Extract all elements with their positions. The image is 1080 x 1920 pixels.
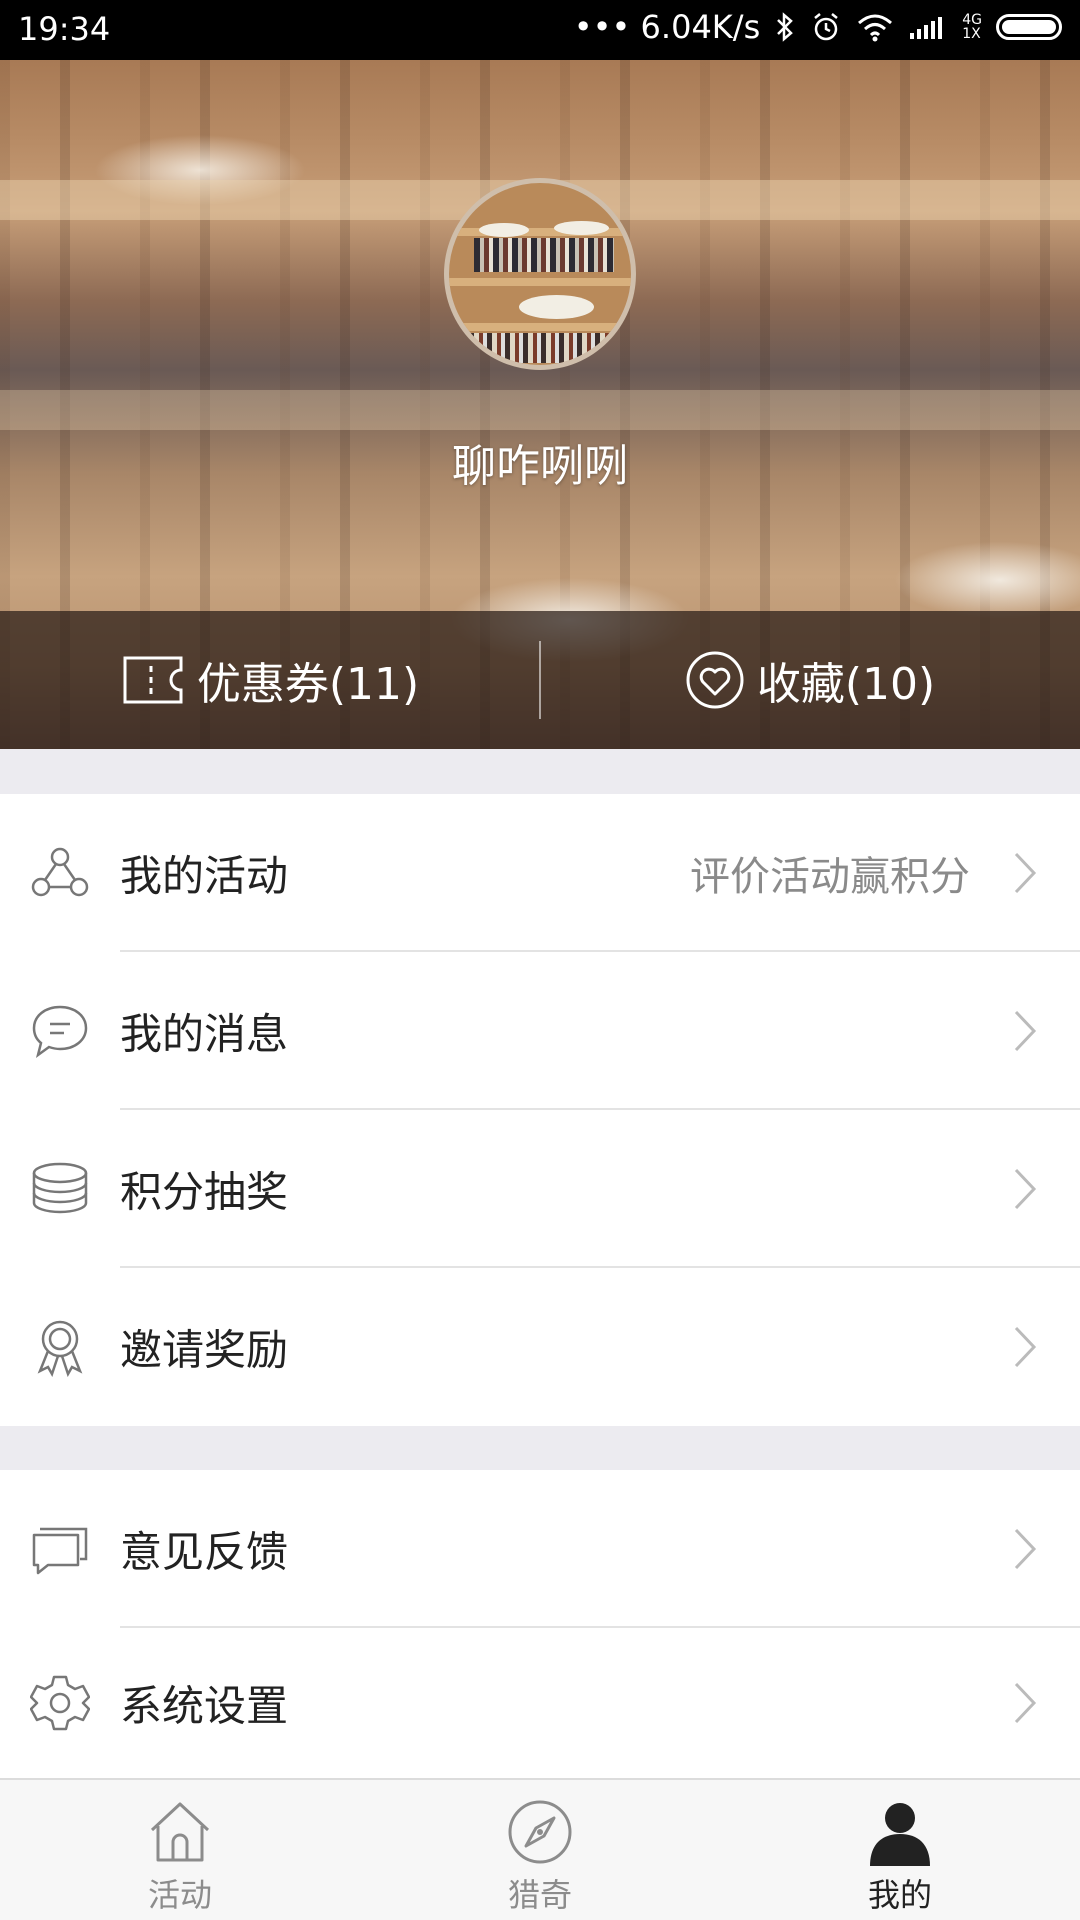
person-icon: [870, 1803, 930, 1866]
tab-label: 猎奇: [507, 1876, 572, 1914]
favorites-label: 收藏(10): [756, 659, 936, 710]
wifi-icon: [858, 14, 893, 42]
menu-label: 意见反馈: [120, 1527, 289, 1577]
stats-divider: [539, 641, 541, 719]
avatar-image: [449, 183, 631, 365]
coupons-button[interactable]: 优惠券(11): [0, 611, 540, 749]
network-type: 4G 1X: [962, 12, 982, 42]
menu-label: 我的消息: [120, 1009, 289, 1059]
status-time: 19:34: [18, 10, 111, 48]
chevron-right-icon: [1014, 1326, 1037, 1368]
status-bar: 19:34 ••• 6.04K/s 4G 1X: [0, 0, 1080, 60]
award-ribbon-icon: [37, 1320, 83, 1377]
chevron-right-icon: [1014, 852, 1037, 894]
coupons-label: 优惠券(11): [196, 659, 420, 710]
menu-label: 系统设置: [120, 1681, 289, 1731]
menu-item-points-lottery[interactable]: 积分抽奖: [0, 1110, 1080, 1268]
alarm-icon: [814, 13, 839, 41]
avatar[interactable]: [444, 178, 636, 370]
tab-activities[interactable]: 活动: [0, 1780, 360, 1920]
activity-nodes-icon: [31, 847, 89, 897]
username: 聊咋咧咧: [452, 441, 628, 492]
chevron-right-icon: [1014, 1528, 1037, 1570]
chat-bubble-icon: [32, 1005, 88, 1059]
settings-gear-icon: [30, 1675, 90, 1731]
home-icon: [150, 1802, 210, 1862]
profile-stats-bar: 优惠券(11) 收藏(10): [0, 611, 1080, 749]
heart-icon: [686, 651, 744, 709]
feedback-icon: [32, 1527, 88, 1575]
menu-label: 邀请奖励: [120, 1325, 289, 1375]
menu-item-invite-rewards[interactable]: 邀请奖励: [0, 1268, 1080, 1426]
tab-discover[interactable]: 猎奇: [360, 1780, 720, 1920]
bluetooth-icon: [777, 12, 794, 42]
menu-group-secondary: 意见反馈 系统设置: [0, 1470, 1080, 1778]
compass-icon: [508, 1800, 572, 1864]
chevron-right-icon: [1014, 1682, 1037, 1724]
menu-label: 积分抽奖: [120, 1167, 289, 1217]
signal-icon: [910, 17, 943, 39]
menu-hint: 评价活动赢积分: [690, 854, 970, 900]
menu-item-settings[interactable]: 系统设置: [0, 1628, 1080, 1778]
background-shelf: [0, 390, 1080, 430]
network-speed: ••• 6.04K/s: [573, 8, 761, 46]
status-icons: ••• 6.04K/s 4G 1X: [574, 8, 1062, 46]
battery-icon: [996, 14, 1062, 40]
tab-mine[interactable]: 我的: [720, 1780, 1080, 1920]
favorites-button[interactable]: 收藏(10): [540, 611, 1080, 749]
bottom-tab-bar: 活动 猎奇 我的: [0, 1778, 1080, 1920]
chevron-right-icon: [1014, 1010, 1037, 1052]
coupon-icon: [123, 656, 183, 704]
chevron-right-icon: [1014, 1168, 1037, 1210]
menu-label: 我的活动: [120, 851, 289, 901]
menu-group-primary: 我的活动 评价活动赢积分 我的消息 积分抽奖 邀请奖励: [0, 794, 1080, 1426]
profile-header: 聊咋咧咧 优惠券(11) 收藏(10): [0, 60, 1080, 749]
menu-item-my-activities[interactable]: 我的活动 评价活动赢积分: [0, 794, 1080, 952]
menu-item-my-messages[interactable]: 我的消息: [0, 952, 1080, 1110]
tab-label: 活动: [147, 1876, 212, 1914]
coin-stack-icon: [32, 1162, 88, 1214]
menu-item-feedback[interactable]: 意见反馈: [0, 1470, 1080, 1628]
tab-label: 我的: [867, 1876, 932, 1914]
